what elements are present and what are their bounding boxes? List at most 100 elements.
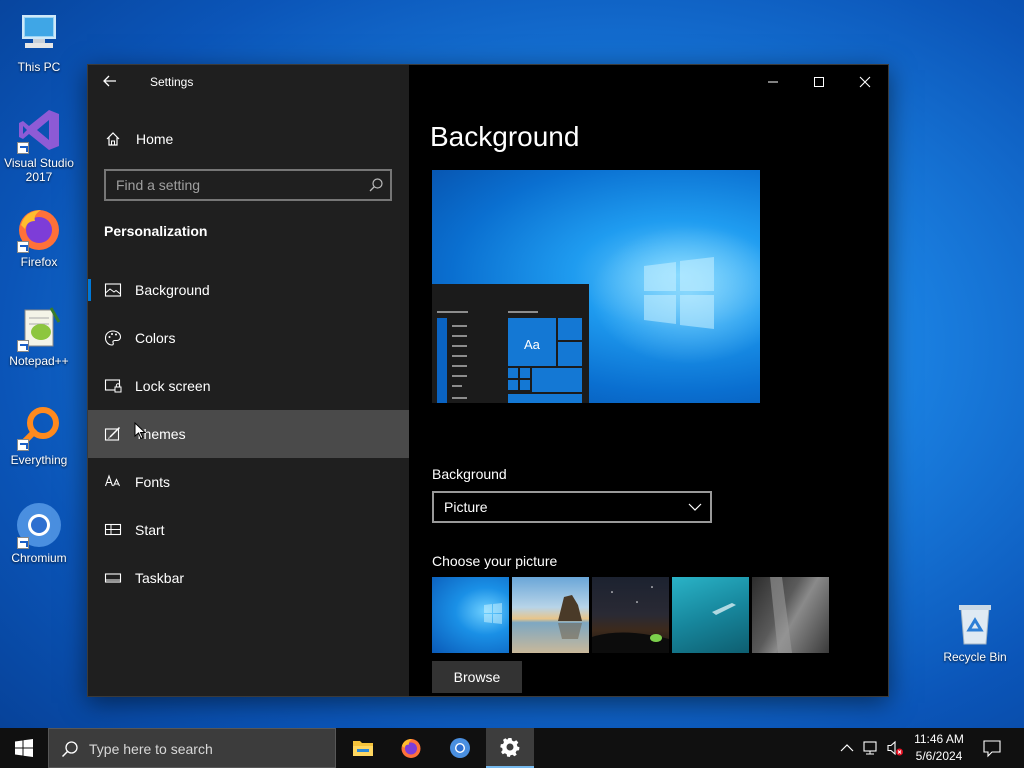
sidebar-item-taskbar[interactable]: Taskbar: [88, 554, 409, 602]
title-bar[interactable]: Settings: [88, 65, 409, 99]
desktop-icon-label: Recycle Bin: [943, 650, 1007, 664]
desktop-icon-everything[interactable]: Everything: [0, 403, 78, 467]
thumbnail-night-sky[interactable]: [592, 577, 669, 653]
sidebar-item-colors[interactable]: Colors: [88, 314, 409, 362]
taskbar-search-box[interactable]: Type here to search: [48, 728, 336, 768]
home-nav-item[interactable]: Home: [88, 121, 409, 157]
notepad-plus-plus-icon: [15, 304, 63, 352]
maximize-icon: [814, 77, 824, 87]
recycle-bin-icon: [951, 600, 999, 648]
picture-thumbnails: [432, 577, 829, 653]
settings-sidebar: Settings Home Personalization: [88, 65, 409, 696]
background-field-label: Background: [432, 466, 507, 482]
clock-date: 5/6/2024: [915, 749, 963, 763]
windows-logo-icon: [644, 257, 714, 329]
home-label: Home: [136, 131, 174, 147]
action-center-icon[interactable]: [982, 738, 1002, 758]
desktop-icon-visual-studio[interactable]: Visual Studio 2017: [0, 106, 78, 184]
chevron-down-icon: [688, 500, 702, 514]
desktop-icon-label: This PC: [17, 60, 61, 74]
taskbar-icon: [104, 569, 122, 587]
sidebar-item-themes[interactable]: Themes: [88, 410, 409, 458]
fonts-icon: [104, 473, 122, 491]
background-type-dropdown[interactable]: Picture: [432, 491, 712, 523]
shortcut-arrow-icon: [17, 537, 29, 549]
search-icon[interactable]: [368, 177, 384, 193]
clock-time: 11:46 AM: [914, 732, 964, 746]
preview-tile-text: Aa: [524, 337, 540, 352]
home-icon: [105, 131, 121, 147]
visual-studio-icon: [15, 106, 63, 154]
themes-icon: [104, 425, 122, 443]
firefox-icon: [401, 739, 421, 758]
sidebar-item-fonts[interactable]: Fonts: [88, 458, 409, 506]
thumbnail-rock-beach[interactable]: [512, 577, 589, 653]
windows-start-icon: [15, 739, 33, 757]
start-button[interactable]: [0, 728, 48, 768]
desktop-icon-label: Visual Studio 2017: [4, 156, 74, 184]
sidebar-item-background[interactable]: Background: [88, 266, 409, 314]
minimize-button[interactable]: [750, 65, 796, 99]
settings-window: Settings Home Personalization: [87, 64, 889, 697]
settings-search-box[interactable]: [104, 169, 392, 201]
chevron-up-icon[interactable]: [838, 739, 856, 757]
window-title: Settings: [150, 75, 194, 89]
network-icon[interactable]: [862, 739, 880, 757]
sidebar-item-lock-screen[interactable]: Lock screen: [88, 362, 409, 410]
taskbar-chromium[interactable]: [436, 728, 484, 768]
lock-screen-icon: [104, 377, 122, 395]
sidebar-item-label: Taskbar: [135, 570, 185, 586]
close-button[interactable]: [842, 65, 888, 99]
firefox-icon: [15, 205, 63, 253]
taskbar-firefox[interactable]: [387, 728, 435, 768]
settings-search-input[interactable]: [106, 171, 390, 199]
desktop-icon-label: Everything: [10, 453, 68, 467]
back-button[interactable]: [102, 73, 122, 91]
thumbnail-windows-light[interactable]: [432, 577, 509, 653]
section-title: Personalization: [104, 223, 208, 239]
sidebar-item-label: Lock screen: [135, 378, 211, 394]
sidebar-item-start[interactable]: Start: [88, 506, 409, 554]
minimize-icon: [768, 81, 778, 83]
window-controls: [750, 65, 888, 99]
sidebar-item-label: Background: [135, 282, 210, 298]
mouse-cursor-icon: [134, 422, 146, 440]
settings-content: Background Aa Background Picture Choose …: [409, 65, 888, 696]
desktop-icon-chromium[interactable]: Chromium: [0, 501, 78, 565]
computer-icon: [15, 10, 63, 58]
start-icon: [104, 521, 122, 539]
shortcut-arrow-icon: [17, 241, 29, 253]
browse-button[interactable]: Browse: [432, 661, 522, 693]
thumbnail-underwater-swimmer[interactable]: [672, 577, 749, 653]
sidebar-item-label: Start: [135, 522, 165, 538]
shortcut-arrow-icon: [17, 142, 29, 154]
taskbar-file-explorer[interactable]: [339, 728, 387, 768]
desktop-icon-notepad-plus-plus[interactable]: Notepad++: [0, 304, 78, 368]
active-indicator: [88, 279, 91, 301]
maximize-button[interactable]: [796, 65, 842, 99]
taskbar: Type here to search 11:46 AM 5/6/2024: [0, 728, 1024, 768]
desktop-icon-label: Firefox: [20, 255, 58, 269]
picture-icon: [104, 281, 122, 299]
thumbnail-rock-cliff[interactable]: [752, 577, 829, 653]
shortcut-arrow-icon: [17, 439, 29, 451]
page-title: Background: [430, 121, 580, 152]
search-icon: [61, 740, 79, 758]
desktop-icon-firefox[interactable]: Firefox: [0, 205, 78, 269]
shortcut-arrow-icon: [17, 340, 29, 352]
desktop-icon-recycle-bin[interactable]: Recycle Bin: [936, 600, 1014, 664]
dropdown-value: Picture: [444, 499, 488, 515]
taskbar-settings[interactable]: [486, 728, 534, 768]
preview-start-menu: Aa: [432, 284, 589, 403]
desktop-icon-label: Notepad++: [9, 354, 69, 368]
volume-muted-icon[interactable]: [886, 739, 904, 757]
desktop-icon-label: Chromium: [11, 551, 67, 565]
taskbar-clock[interactable]: 11:46 AM 5/6/2024: [906, 731, 972, 765]
palette-icon: [104, 329, 122, 347]
sidebar-item-label: Fonts: [135, 474, 171, 490]
chromium-icon: [15, 501, 63, 549]
file-explorer-icon: [353, 741, 373, 756]
desktop-icon-this-pc[interactable]: This PC: [0, 10, 78, 74]
back-arrow-icon: [103, 75, 116, 87]
background-preview: Aa: [432, 170, 760, 403]
